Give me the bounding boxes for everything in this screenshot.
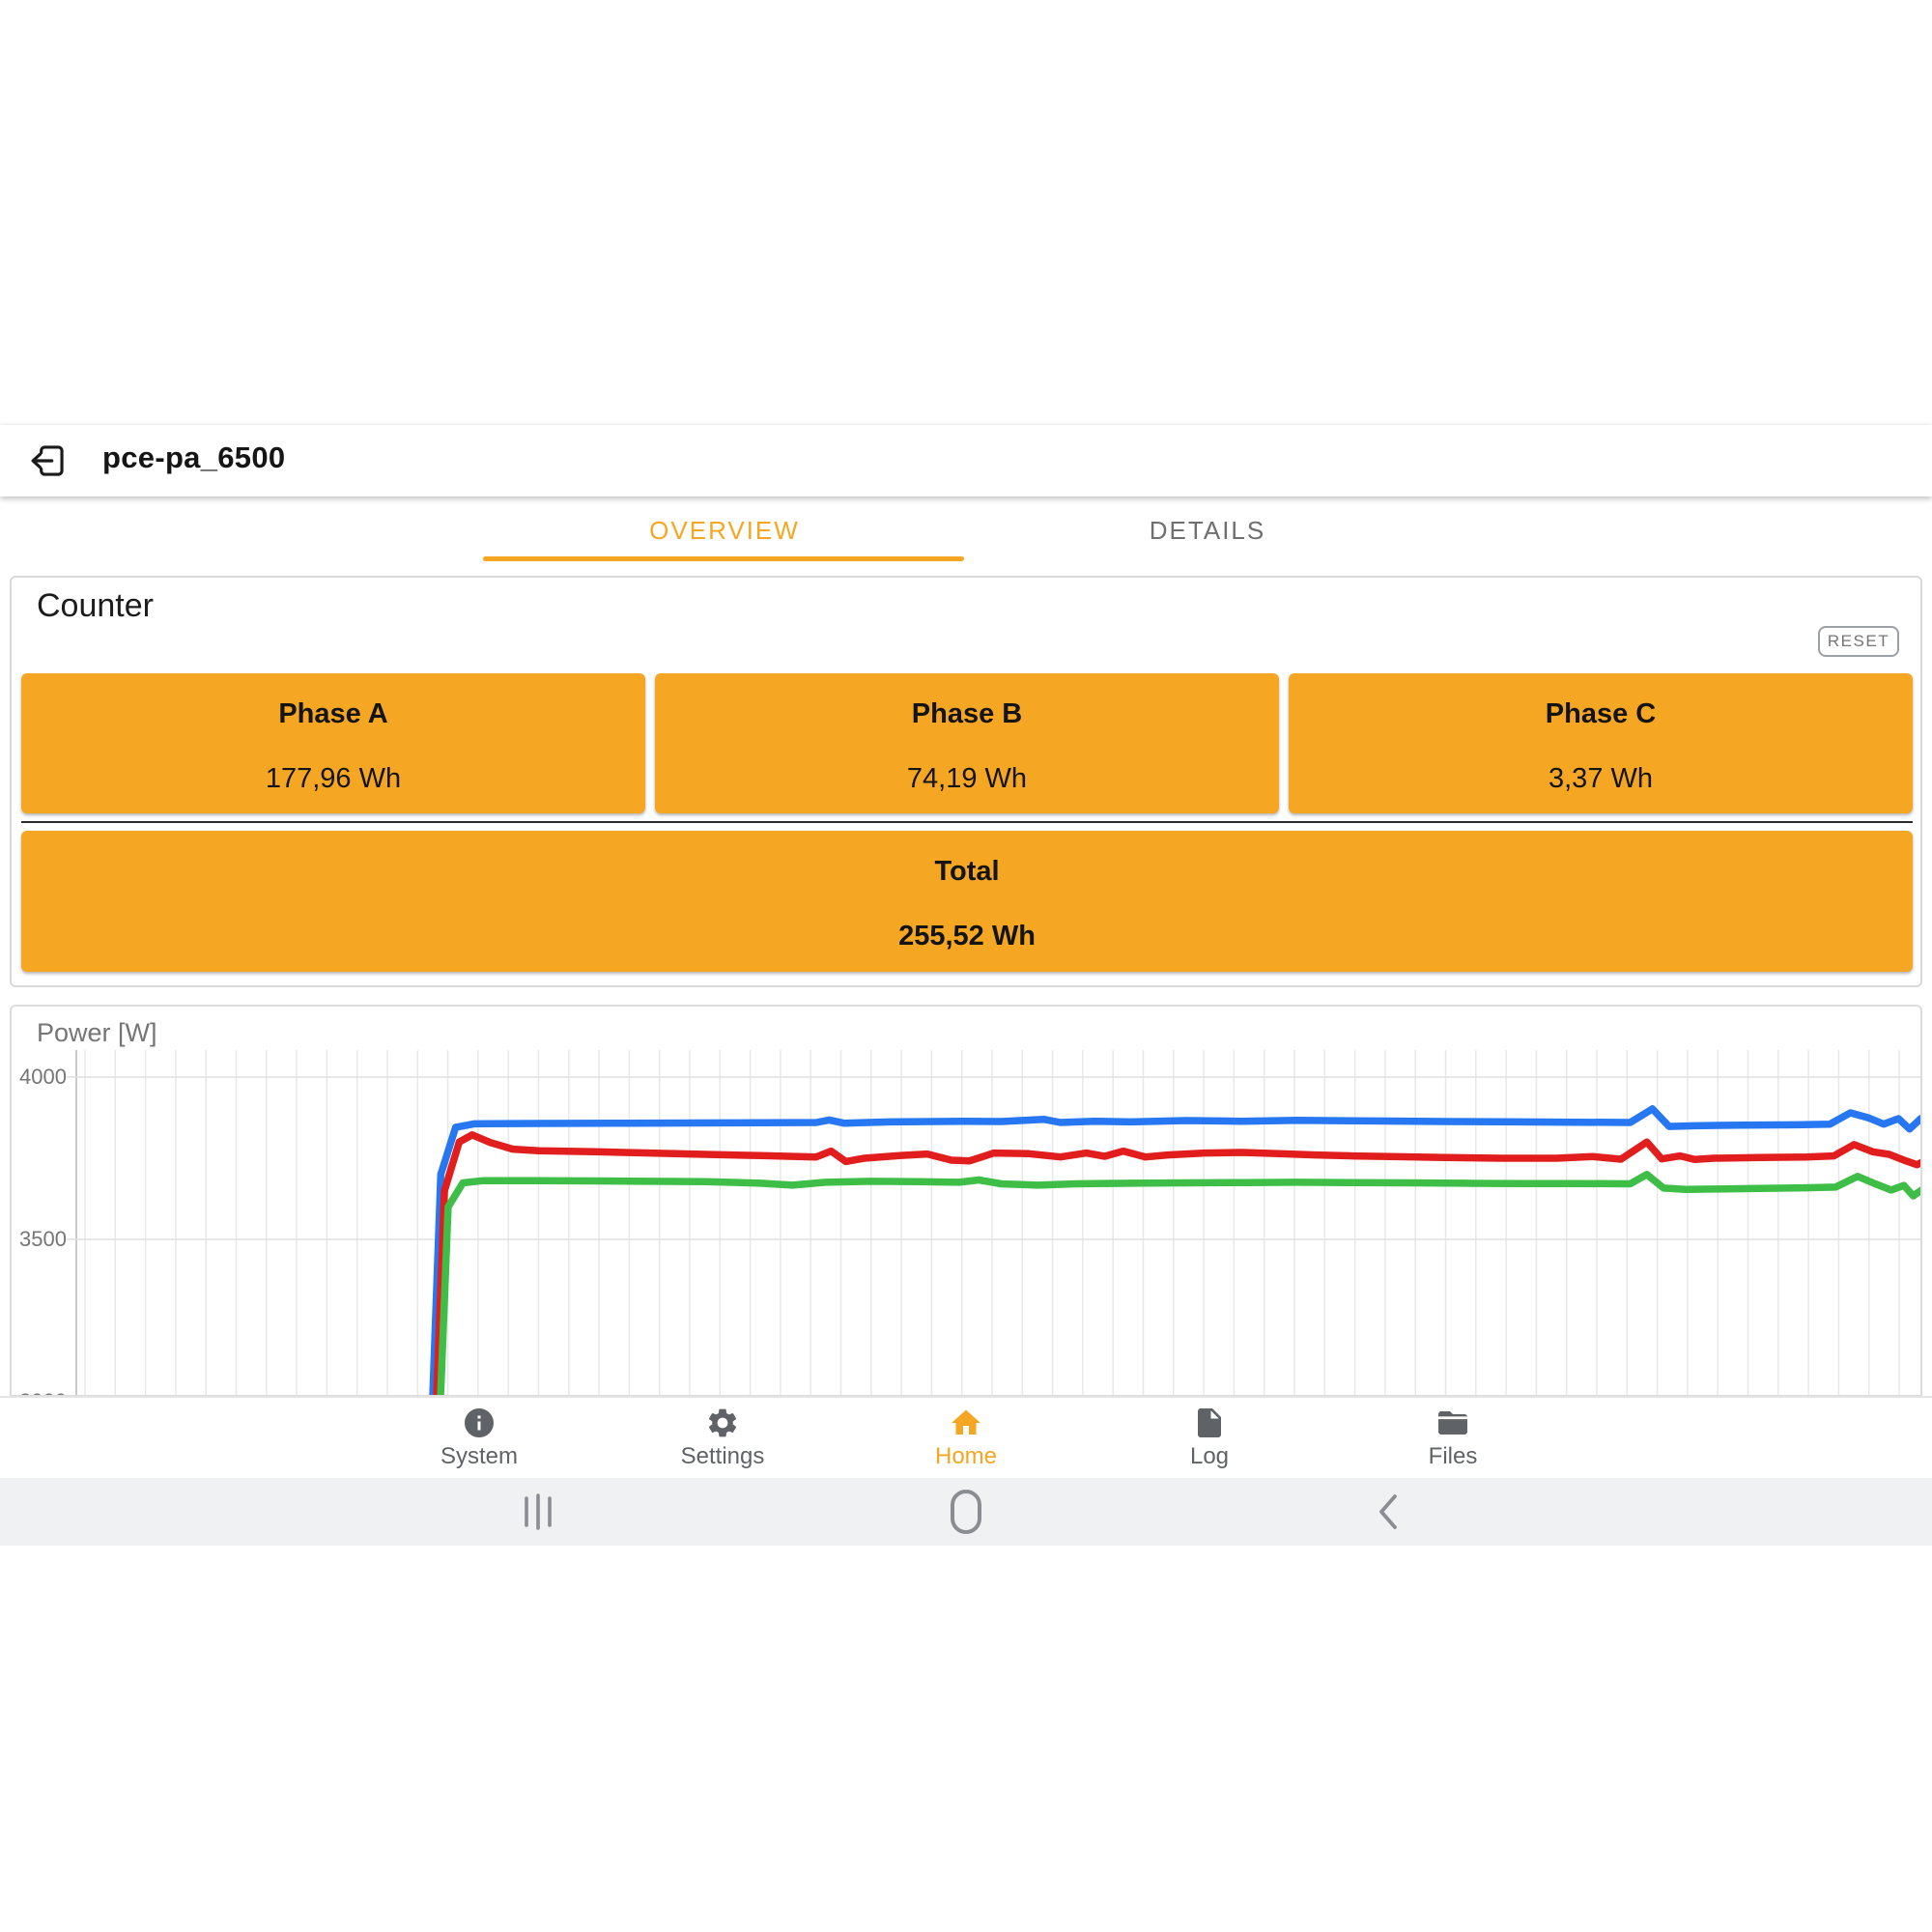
- screen: pce-pa_6500 OVERVIEW DETAILS Counter RES…: [0, 0, 1932, 1932]
- total-label: Total: [934, 856, 999, 888]
- tiles-divider: [21, 821, 1913, 823]
- tab-details[interactable]: DETAILS: [966, 497, 1449, 564]
- chart-title: Power [W]: [37, 1018, 157, 1048]
- y-axis-tick-4000: 4000: [19, 1065, 66, 1090]
- nav-item-log[interactable]: Log: [1088, 1398, 1331, 1478]
- phase-tiles-row: Phase A 177,96 Wh Phase B 74,19 Wh Phase…: [21, 673, 1913, 813]
- nav-item-settings[interactable]: Settings: [601, 1398, 844, 1478]
- recents-icon[interactable]: [507, 1478, 569, 1546]
- phase-a-value: 177,96 Wh: [266, 763, 401, 795]
- active-tab-indicator: [483, 556, 964, 561]
- app-bar: pce-pa_6500: [0, 425, 1932, 497]
- nav-label-settings: Settings: [681, 1443, 765, 1470]
- reset-button[interactable]: RESET: [1818, 626, 1899, 657]
- android-back-icon[interactable]: [1357, 1478, 1419, 1546]
- phase-c-tile: Phase C 3,37 Wh: [1289, 673, 1913, 813]
- total-tile: Total 255,52 Wh: [21, 831, 1913, 972]
- bottom-navigation: System Settings Home Log: [0, 1396, 1932, 1478]
- phase-c-label: Phase C: [1546, 698, 1656, 730]
- android-system-bar: [0, 1478, 1932, 1546]
- page-title: pce-pa_6500: [102, 440, 285, 475]
- folder-icon: [1435, 1406, 1470, 1440]
- phase-c-value: 3,37 Wh: [1548, 763, 1653, 795]
- nav-item-system[interactable]: System: [357, 1398, 601, 1478]
- nav-label-home: Home: [935, 1443, 997, 1470]
- total-value: 255,52 Wh: [898, 921, 1036, 952]
- series-phase-b: [432, 1135, 1922, 1397]
- phase-b-label: Phase B: [912, 698, 1022, 730]
- tab-bar: OVERVIEW DETAILS: [0, 497, 1932, 568]
- nav-label-files: Files: [1429, 1443, 1478, 1470]
- power-chart-card: Power [W] 4000 3500 3000: [10, 1005, 1922, 1397]
- series-phase-c: [436, 1175, 1923, 1397]
- nav-label-system: System: [440, 1443, 518, 1470]
- counter-heading: Counter: [37, 587, 154, 625]
- phase-a-label: Phase A: [278, 698, 387, 730]
- phase-b-tile: Phase B 74,19 Wh: [655, 673, 1279, 813]
- y-axis-tick-3500: 3500: [19, 1227, 66, 1252]
- document-icon: [1192, 1406, 1227, 1440]
- power-line-chart: [12, 1007, 1922, 1397]
- home-icon: [949, 1406, 983, 1440]
- phase-b-value: 74,19 Wh: [907, 763, 1027, 795]
- tab-overview[interactable]: OVERVIEW: [483, 497, 966, 564]
- nav-item-files[interactable]: Files: [1331, 1398, 1575, 1478]
- exit-app-icon[interactable]: [27, 440, 70, 482]
- phase-a-tile: Phase A 177,96 Wh: [21, 673, 645, 813]
- gear-icon: [705, 1406, 740, 1440]
- android-home-icon[interactable]: [935, 1478, 997, 1546]
- counter-card: Counter RESET Phase A 177,96 Wh Phase B …: [10, 576, 1922, 987]
- nav-label-log: Log: [1190, 1443, 1229, 1470]
- info-icon: [462, 1406, 497, 1440]
- nav-item-home[interactable]: Home: [844, 1398, 1088, 1478]
